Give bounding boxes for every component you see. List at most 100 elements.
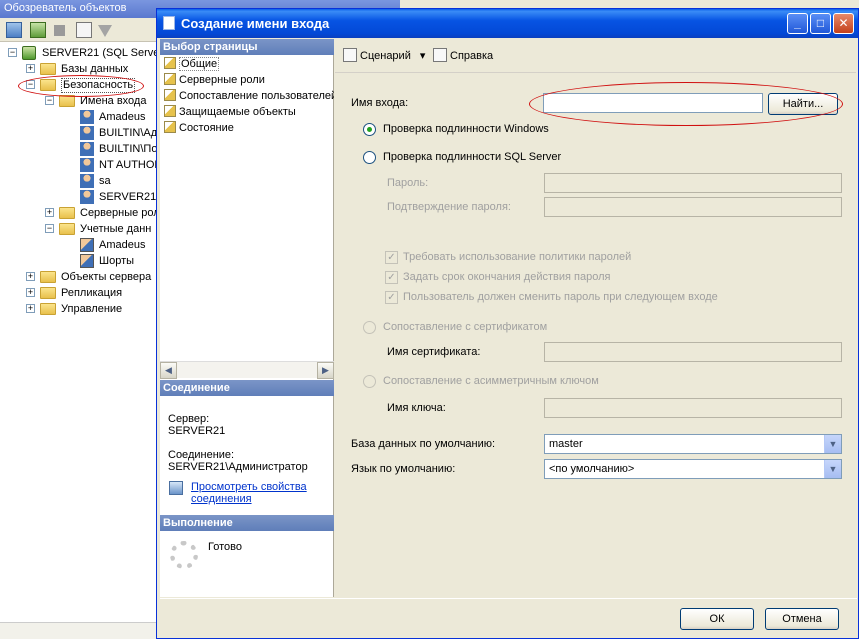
tree-node-login[interactable]: BUILTIN\Ад <box>0 125 156 141</box>
page-general[interactable]: Общие <box>164 56 220 72</box>
tree-node-label: BUILTIN\Ад <box>99 127 156 139</box>
view-connection-properties-link-2[interactable]: соединения <box>191 493 252 505</box>
tree-node-server[interactable]: − SERVER21 (SQL Server <box>0 45 156 61</box>
default-lang-select[interactable]: <по умолчанию> ▼ <box>544 459 842 479</box>
expand-icon[interactable]: + <box>26 304 35 313</box>
tree-node-login[interactable]: SERVER21\ <box>0 189 156 205</box>
tree-node-management[interactable]: + Управление <box>0 301 156 317</box>
page-securables[interactable]: Защищаемые объекты <box>164 104 296 120</box>
password-input[interactable] <box>544 173 842 193</box>
tree-node-label: Серверные рол <box>80 207 156 219</box>
expand-icon[interactable]: + <box>26 272 35 281</box>
stop-icon[interactable] <box>54 25 65 36</box>
ok-button[interactable]: ОК <box>680 608 754 630</box>
dialog-title: Создание имени входа <box>181 16 330 31</box>
page-server-roles[interactable]: Серверные роли <box>164 72 265 88</box>
expand-icon[interactable]: + <box>45 208 54 217</box>
script-icon <box>343 48 357 62</box>
help-button[interactable]: Справка <box>433 48 493 62</box>
login-name-label: Имя входа: <box>351 97 409 109</box>
tree-node-login[interactable]: NT AUTHOR <box>0 157 156 173</box>
collapse-icon[interactable]: − <box>8 48 17 57</box>
server-icon <box>22 46 36 60</box>
close-button[interactable]: ✕ <box>833 13 854 34</box>
folder-icon <box>40 287 56 299</box>
group-icon <box>80 126 94 140</box>
collapse-icon[interactable]: − <box>45 96 54 105</box>
page-user-mapping[interactable]: Сопоставление пользователей <box>164 88 334 104</box>
page-status[interactable]: Состояние <box>164 120 234 136</box>
default-lang-label: Язык по умолчанию: <box>351 463 456 475</box>
map-asym-key-radio[interactable] <box>363 375 376 388</box>
sql-auth-radio[interactable] <box>363 151 376 164</box>
view-connection-properties-link[interactable]: Просмотреть свойства <box>191 481 307 493</box>
script-button[interactable]: Сценарий ▾ <box>343 48 425 62</box>
folder-icon <box>40 63 56 75</box>
tree-node-login[interactable]: Amadeus <box>0 109 156 125</box>
tree-node-databases[interactable]: + Базы данных <box>0 61 156 77</box>
dialog-title-bar[interactable]: Создание имени входа _ □ ✕ <box>157 9 858 38</box>
default-db-value: master <box>549 438 583 450</box>
enforce-expiration-checkbox[interactable]: ✓ <box>385 271 398 284</box>
sql-auth-label: Проверка подлинности SQL Server <box>383 151 562 163</box>
chevron-down-icon[interactable]: ▼ <box>824 435 841 453</box>
group-icon <box>80 158 94 172</box>
minimize-button[interactable]: _ <box>787 13 808 34</box>
login-name-input[interactable] <box>543 93 763 113</box>
collapse-icon[interactable]: − <box>26 80 35 89</box>
progress-spinner-icon <box>170 541 198 569</box>
tree-node-label: Объекты сервера <box>61 271 152 283</box>
chevron-down-icon[interactable]: ▼ <box>824 460 841 478</box>
tree-node-label: Amadeus <box>99 239 146 251</box>
scroll-right-icon[interactable]: ▶ <box>317 362 334 379</box>
map-certificate-radio[interactable] <box>363 321 376 334</box>
pages-scrollbar[interactable]: ◀ ▶ <box>160 361 334 379</box>
windows-auth-label: Проверка подлинности Windows <box>383 123 549 135</box>
tree-node-credentials[interactable]: − Учетные данн <box>0 221 156 237</box>
tree-node-label: NT AUTHOR <box>99 159 156 171</box>
tree-node-replication[interactable]: + Репликация <box>0 285 156 301</box>
default-db-select[interactable]: master ▼ <box>544 434 842 454</box>
windows-auth-radio[interactable] <box>363 123 376 136</box>
maximize-button[interactable]: □ <box>810 13 831 34</box>
left-pane: Выбор страницы Общие Серверные роли Сопо… <box>160 39 334 597</box>
connect-icon[interactable] <box>6 22 22 38</box>
select-page-header: Выбор страницы <box>160 39 334 55</box>
right-pane: Сценарий ▾ Справка Имя входа: Найти... П… <box>335 39 856 597</box>
must-change-checkbox[interactable]: ✓ <box>385 291 398 304</box>
cancel-button[interactable]: Отмена <box>765 608 839 630</box>
tree-node-server-roles[interactable]: + Серверные рол <box>0 205 156 221</box>
expand-icon[interactable]: + <box>26 288 35 297</box>
tree-node-credential[interactable]: Amadeus <box>0 237 156 253</box>
tree-node-server-objects[interactable]: + Объекты сервера <box>0 269 156 285</box>
certificate-name-select[interactable] <box>544 342 842 362</box>
refresh-icon[interactable] <box>76 22 92 38</box>
server-value: SERVER21 <box>168 425 226 437</box>
dropdown-arrow-icon[interactable]: ▾ <box>420 50 426 62</box>
enforce-policy-label: Требовать использование политики паролей <box>403 251 632 263</box>
properties-icon <box>169 481 183 495</box>
tree-node-login[interactable]: BUILTIN\По <box>0 141 156 157</box>
confirm-password-input[interactable] <box>544 197 842 217</box>
key-name-select[interactable] <box>544 398 842 418</box>
disconnect-icon[interactable] <box>30 22 46 38</box>
tree-node-label: sa <box>99 175 111 187</box>
scroll-left-icon[interactable]: ◀ <box>160 362 177 379</box>
expand-icon[interactable]: + <box>26 64 35 73</box>
tree-node-security[interactable]: − Безопасность <box>0 77 156 93</box>
server-label: Сервер: <box>168 413 210 425</box>
default-db-label: База данных по умолчанию: <box>351 438 496 450</box>
tree-node-label: Репликация <box>61 287 123 299</box>
connection-value: SERVER21\Администратор <box>168 461 308 473</box>
user-icon <box>80 190 94 204</box>
tree-node-login[interactable]: sa <box>0 173 156 189</box>
folder-icon <box>40 79 56 91</box>
collapse-icon[interactable]: − <box>45 224 54 233</box>
tree-node-credential[interactable]: Шорты <box>0 253 156 269</box>
filter-icon[interactable] <box>98 25 112 37</box>
enforce-policy-checkbox[interactable]: ✓ <box>385 251 398 264</box>
object-explorer-scrollbar[interactable] <box>0 622 156 639</box>
default-lang-value: <по умолчанию> <box>549 463 635 475</box>
tree-node-logins[interactable]: − Имена входа <box>0 93 156 109</box>
find-button[interactable]: Найти... <box>768 93 838 115</box>
